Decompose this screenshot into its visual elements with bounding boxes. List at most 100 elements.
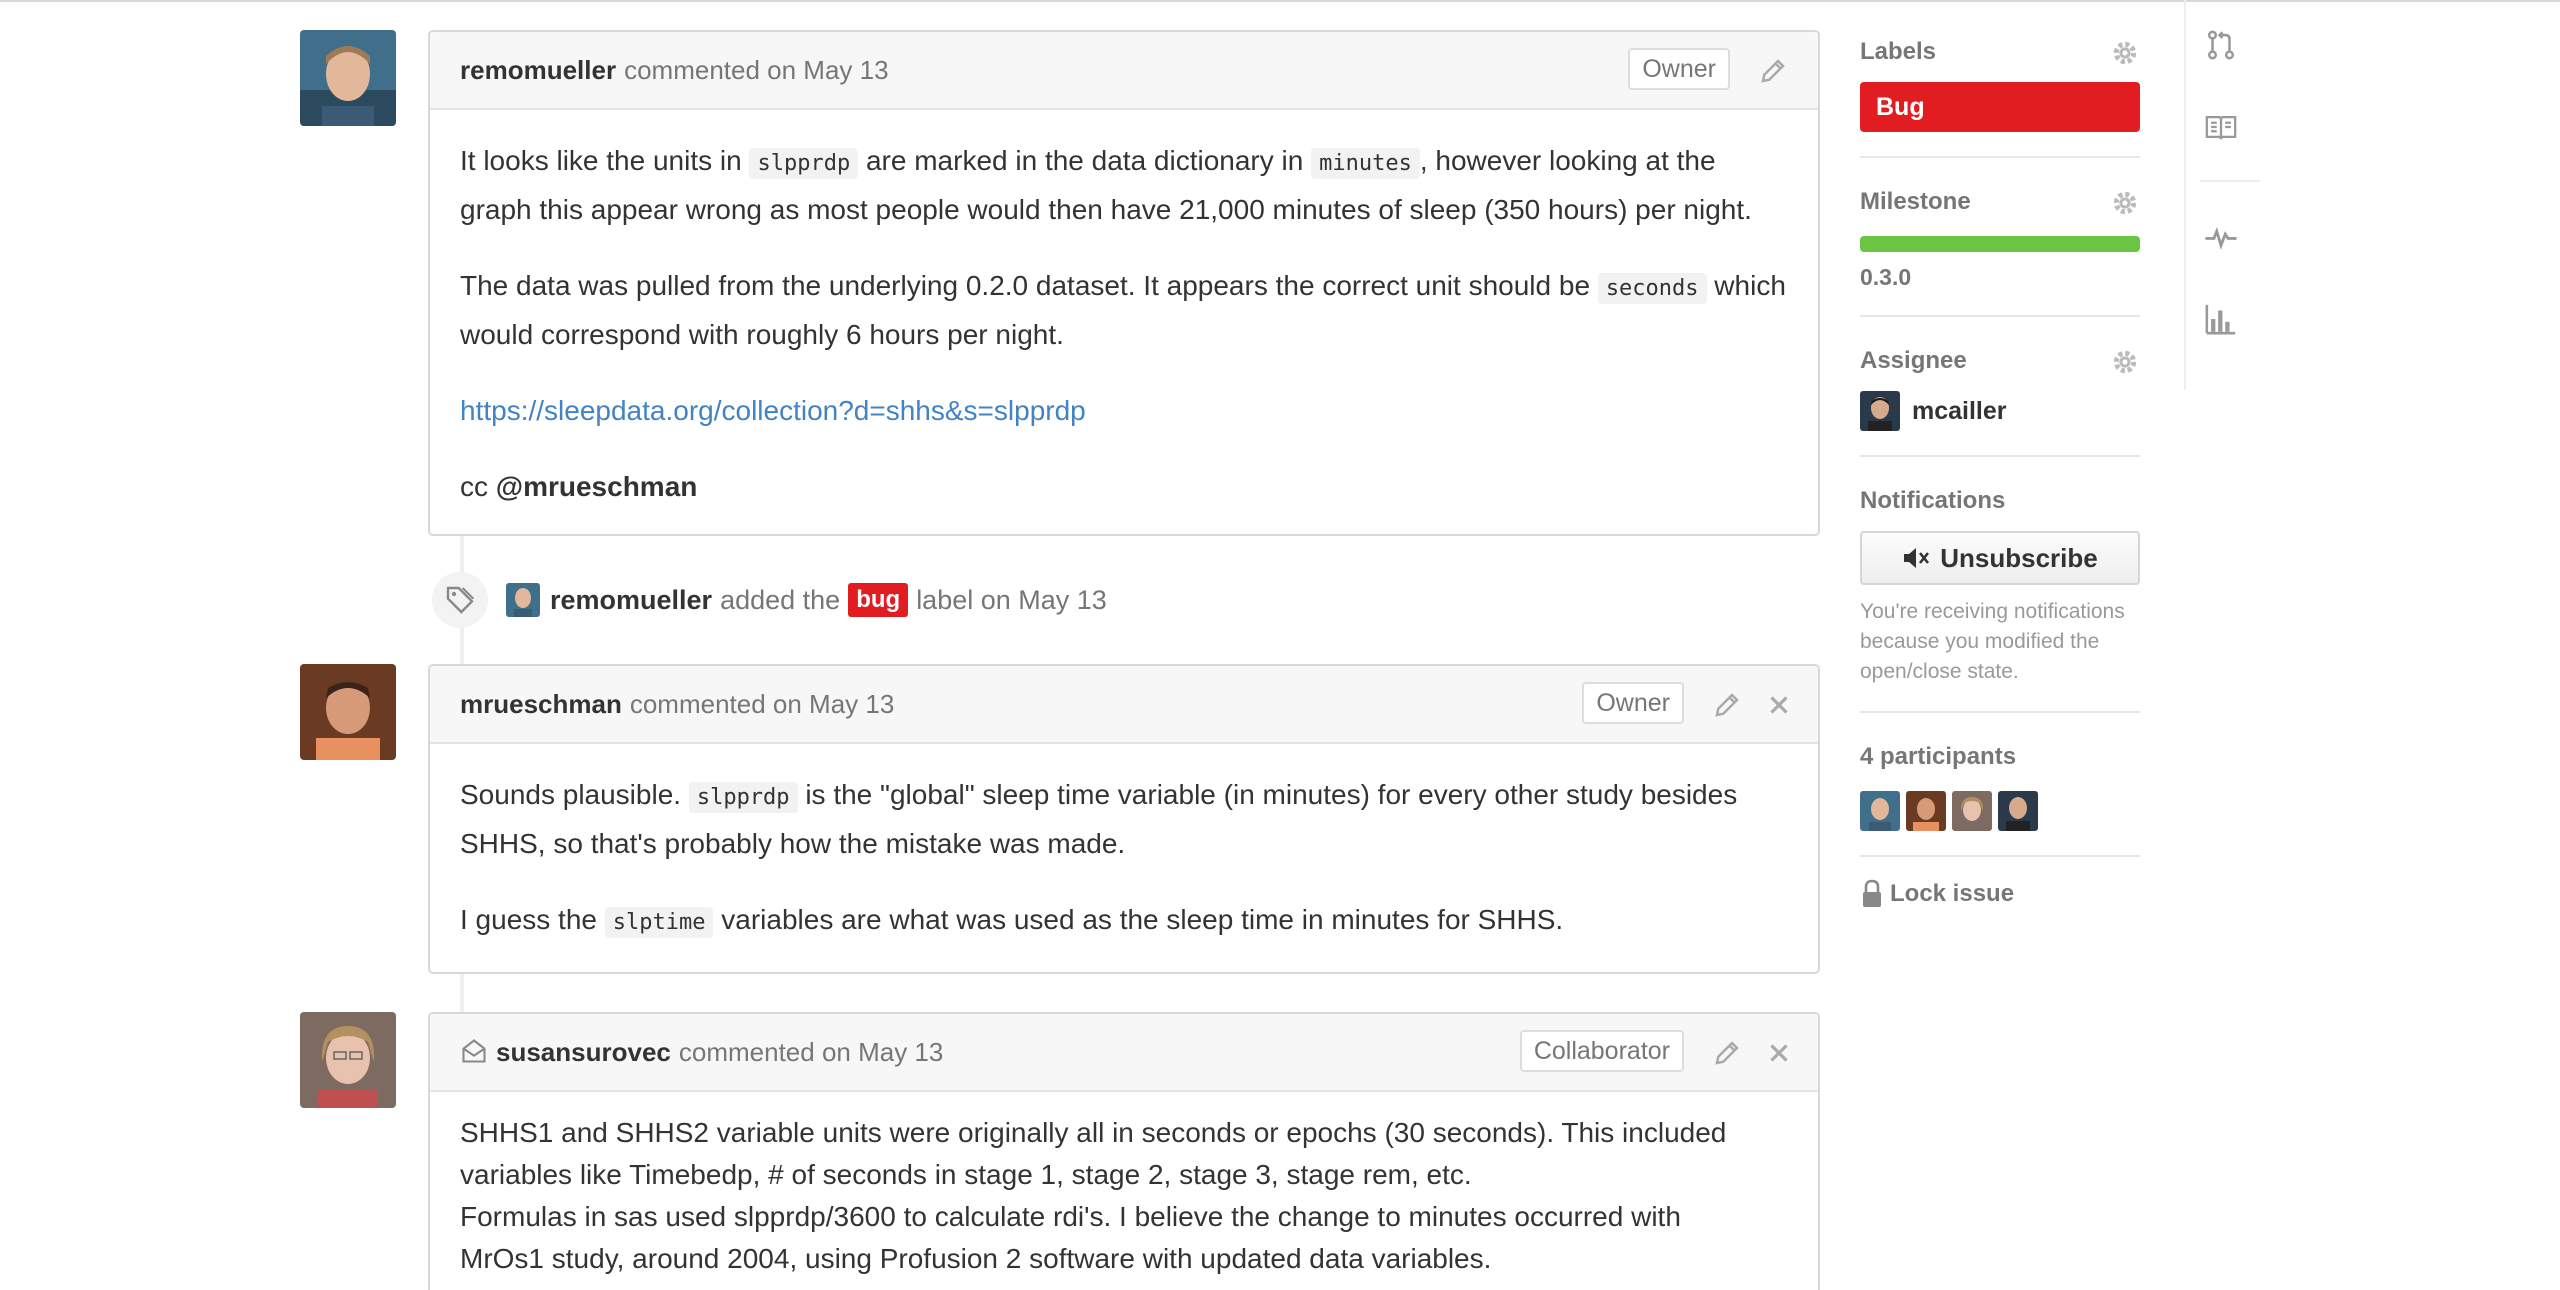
pencil-icon[interactable] <box>1710 1036 1744 1070</box>
inline-code: minutes <box>1311 148 1420 179</box>
role-badge: Owner <box>1628 48 1730 90</box>
lock-issue[interactable]: Lock issue <box>1860 879 2140 909</box>
text: label on May 13 <box>916 584 1107 615</box>
top-border <box>0 0 2560 2</box>
paragraph: The data was pulled from the underlying … <box>460 263 1788 358</box>
lock-icon <box>1863 879 1881 907</box>
paragraph: https://sleepdata.org/collection?d=shhs&… <box>460 388 1788 434</box>
label-event: remomueller added the bug label on May 1… <box>432 570 1107 630</box>
paragraph: It looks like the units in slpprdp are m… <box>460 138 1788 233</box>
participant-avatar[interactable] <box>1952 791 1992 831</box>
mute-icon <box>1904 548 1930 568</box>
avatar-remomueller[interactable] <box>300 30 396 126</box>
user-mention[interactable]: @mrueschman <box>496 471 698 502</box>
comment-body: Sounds plausible. slpprdp is the "global… <box>430 744 1818 976</box>
text: added the <box>720 584 841 615</box>
graph-icon[interactable] <box>2204 302 2238 336</box>
notifications-heading: Notifications <box>1860 487 2006 514</box>
pull-request-icon[interactable] <box>2204 28 2238 62</box>
close-icon[interactable] <box>1762 1036 1796 1070</box>
notifications-section: Notifications Unsubscribe You're receivi… <box>1860 479 2140 713</box>
text: are marked in the data dictionary in <box>858 145 1312 176</box>
milestone-progress <box>1860 236 2140 252</box>
text: variables are what was used as the sleep… <box>713 904 1564 935</box>
unsubscribe-button[interactable]: Unsubscribe <box>1860 531 2140 585</box>
participant-avatar[interactable] <box>1906 791 1946 831</box>
text: I guess the <box>460 904 605 935</box>
comment-1: remomueller commented on May 13 Owner It… <box>428 30 1820 536</box>
comment-2: mrueschman commented on May 13 Owner Sou… <box>428 664 1820 974</box>
paragraph: Sounds plausible. slpprdp is the "global… <box>460 772 1788 867</box>
inline-code: slpprdp <box>688 782 798 813</box>
tag-icon <box>432 572 488 628</box>
notifications-reason: You're receiving notifications because y… <box>1860 600 2125 683</box>
assignee-heading: Assignee <box>1860 347 1967 374</box>
comment-author[interactable]: susansurovec <box>496 1037 671 1068</box>
comment-timestamp[interactable]: commented on May 13 <box>630 689 894 720</box>
text: It looks like the units in <box>460 145 750 176</box>
comment-header: remomueller commented on May 13 Owner <box>430 32 1818 110</box>
avatar-mrueschman[interactable] <box>300 664 396 760</box>
inline-code: slptime <box>604 907 714 938</box>
book-icon[interactable] <box>2204 110 2238 144</box>
event-text: remomueller added the bug label on May 1… <box>550 583 1107 617</box>
comment-body: SHHS1 and SHHS2 variable units were orig… <box>430 1092 1818 1290</box>
label-bug[interactable]: Bug <box>1860 82 2140 132</box>
text-line: Formulas in sas used slpprdp/3600 to cal… <box>460 1201 1681 1232</box>
paragraph: I guess the slptime variables are what w… <box>460 897 1788 946</box>
avatar-susansurovec[interactable] <box>300 1012 396 1108</box>
participants-section: 4 participants <box>1860 735 2140 857</box>
milestone-name[interactable]: 0.3.0 <box>1860 264 2140 291</box>
text: The data was pulled from the underlying … <box>460 270 1598 301</box>
text: Sounds plausible. <box>460 779 689 810</box>
pulse-icon[interactable] <box>2204 220 2238 254</box>
comment-timestamp[interactable]: commented on May 13 <box>624 55 888 86</box>
comment-3: susansurovec commented on May 13 Collabo… <box>428 1012 1820 1290</box>
role-badge: Owner <box>1582 682 1684 724</box>
repo-nav-rail <box>2184 0 2260 390</box>
milestone-progress-fill <box>1860 236 2140 252</box>
rail-divider <box>2200 180 2260 182</box>
unsubscribe-label: Unsubscribe <box>1940 542 2098 573</box>
paragraph: cc @mrueschman <box>460 464 1788 510</box>
participants-heading: 4 participants <box>1860 743 2017 770</box>
pencil-icon[interactable] <box>1710 688 1744 722</box>
comment-body: It looks like the units in slpprdp are m… <box>430 110 1818 540</box>
labels-section: Labels Bug <box>1860 30 2140 158</box>
gear-icon[interactable] <box>2110 38 2140 68</box>
pencil-icon[interactable] <box>1756 54 1790 88</box>
assignee[interactable]: mcailler <box>1860 391 2140 431</box>
comment-header: susansurovec commented on May 13 Collabo… <box>430 1014 1818 1092</box>
issue-sidebar: Labels Bug Milestone 0.3.0 Assignee mcai… <box>1860 30 2140 909</box>
comment-author[interactable]: mrueschman <box>460 689 622 720</box>
role-badge: Collaborator <box>1519 1030 1684 1072</box>
participants-list <box>1860 791 2140 831</box>
comment-timestamp[interactable]: commented on May 13 <box>679 1037 943 1068</box>
avatar[interactable] <box>506 583 540 617</box>
comment-author[interactable]: remomueller <box>460 55 616 86</box>
gear-icon[interactable] <box>2110 188 2140 218</box>
avatar <box>1860 391 1900 431</box>
text-line: MrOs1 study, around 2004, using Profusio… <box>460 1243 1492 1274</box>
bug-label[interactable]: bug <box>848 583 909 617</box>
milestone-section: Milestone 0.3.0 <box>1860 180 2140 317</box>
assignee-section: Assignee mcailler <box>1860 339 2140 457</box>
lock-issue-label: Lock issue <box>1890 880 2015 907</box>
timeline-connector <box>460 972 464 1012</box>
inline-code: slpprdp <box>749 148 859 179</box>
participant-avatar[interactable] <box>1860 791 1900 831</box>
event-author[interactable]: remomueller <box>550 585 712 616</box>
email-icon <box>460 1037 490 1067</box>
milestone-heading: Milestone <box>1860 188 1971 215</box>
comment-header: mrueschman commented on May 13 Owner <box>430 666 1818 744</box>
assignee-name[interactable]: mcailler <box>1912 397 2007 426</box>
text: cc <box>460 471 496 502</box>
text-line: variables like Timebedp, # of seconds in… <box>460 1159 1472 1190</box>
gear-icon[interactable] <box>2110 347 2140 377</box>
close-icon[interactable] <box>1762 688 1796 722</box>
inline-code: seconds <box>1597 273 1707 304</box>
collection-link[interactable]: https://sleepdata.org/collection?d=shhs&… <box>460 395 1086 426</box>
participant-avatar[interactable] <box>1998 791 2038 831</box>
text-line: SHHS1 and SHHS2 variable units were orig… <box>460 1117 1727 1148</box>
labels-heading: Labels <box>1860 38 1937 65</box>
